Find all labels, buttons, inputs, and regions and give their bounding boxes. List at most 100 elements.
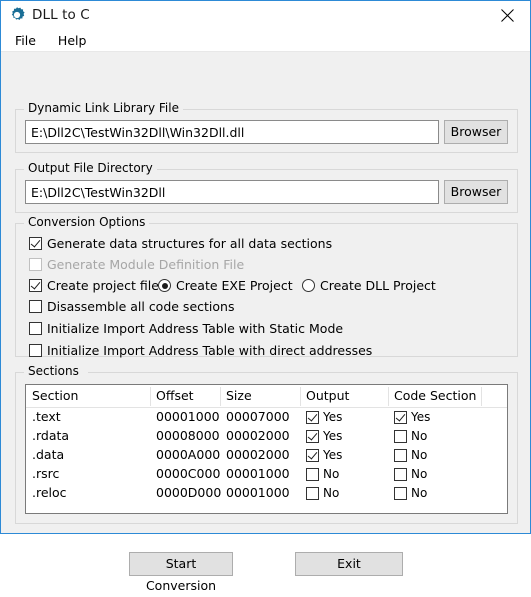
cell-code-label: Yes (411, 410, 431, 424)
client-area: Dynamic Link Library File Browser Output… (1, 52, 530, 593)
option-label: Generate data structures for all data se… (47, 236, 333, 251)
cell-size: 00002000 (226, 428, 290, 443)
option-iat-static-mode[interactable]: Initialize Import Address Table with Sta… (29, 321, 343, 336)
cell-size: 00001000 (226, 466, 290, 481)
exit-button[interactable]: Exit (295, 552, 403, 576)
cell-size: 00002000 (226, 447, 290, 462)
checkbox-output[interactable] (306, 467, 319, 481)
cell-offset: 0000D000 (156, 485, 222, 500)
table-row[interactable]: .rsrc 0000C000 00001000 No No (26, 465, 507, 484)
cell-code-section[interactable]: No (394, 467, 427, 481)
checkbox-generate-module-definition (29, 258, 42, 271)
table-row[interactable]: .data 0000A000 00002000 Yes No (26, 446, 507, 465)
cell-output[interactable]: Yes (306, 448, 342, 462)
output-dir-group-legend: Output File Directory (25, 161, 157, 175)
checkbox-create-project-files[interactable] (29, 279, 42, 292)
cell-size: 00007000 (226, 409, 290, 424)
cell-code-label: No (411, 467, 428, 481)
dll-file-input[interactable] (25, 120, 439, 144)
menu-item-file[interactable]: File (9, 31, 46, 50)
radio-create-dll-project[interactable]: Create DLL Project (302, 278, 436, 293)
checkbox-code-section[interactable] (394, 448, 407, 462)
cell-code-section[interactable]: Yes (394, 410, 430, 424)
cell-section: .text (32, 409, 61, 424)
menu-item-help[interactable]: Help (52, 31, 97, 50)
cell-section: .rsrc (32, 466, 60, 481)
cell-section: .reloc (32, 485, 67, 500)
table-header-row: Section Offset Size Output Code Section (26, 385, 507, 408)
option-generate-module-definition: Generate Module Definition File (29, 257, 244, 272)
checkbox-code-section[interactable] (394, 429, 407, 443)
checkbox-output[interactable] (306, 448, 319, 462)
output-dir-browse-button[interactable]: Browser (444, 180, 508, 204)
column-header-section[interactable]: Section (32, 388, 78, 403)
cell-code-section[interactable]: No (394, 429, 427, 443)
sections-table[interactable]: Section Offset Size Output Code Section … (25, 384, 508, 514)
cell-code-label: No (411, 448, 428, 462)
cell-code-label: No (411, 429, 428, 443)
checkbox-output[interactable] (306, 429, 319, 443)
option-label: Initialize Import Address Table with Sta… (47, 321, 344, 336)
cell-output[interactable]: Yes (306, 410, 342, 424)
cell-offset: 00001000 (156, 409, 220, 424)
checkbox-iat-direct-addresses[interactable] (29, 344, 42, 357)
checkbox-code-section[interactable] (394, 467, 407, 481)
option-label: Initialize Import Address Table with dir… (47, 343, 373, 358)
title-bar: DLL to C (1, 1, 530, 29)
cell-output[interactable]: Yes (306, 429, 342, 443)
close-icon[interactable] (485, 1, 530, 29)
cell-code-section[interactable]: No (394, 448, 427, 462)
column-header-code-section[interactable]: Code Section (394, 388, 476, 403)
cell-output-label: No (323, 467, 340, 481)
checkbox-output[interactable] (306, 410, 319, 424)
cell-output-label: Yes (323, 410, 343, 424)
cell-size: 00001000 (226, 485, 290, 500)
option-disassemble-code-sections[interactable]: Disassemble all code sections (29, 299, 234, 314)
checkbox-output[interactable] (306, 486, 319, 500)
table-row[interactable]: .rdata 00008000 00002000 Yes No (26, 427, 507, 446)
column-header-offset[interactable]: Offset (156, 388, 194, 403)
option-label: Disassemble all code sections (47, 299, 235, 314)
option-generate-data-structures[interactable]: Generate data structures for all data se… (29, 236, 332, 251)
option-label: Generate Module Definition File (47, 257, 245, 272)
option-label: Create project files (47, 278, 166, 293)
window-title: DLL to C (32, 7, 90, 23)
cell-section: .data (32, 447, 65, 462)
radio-button-exe[interactable] (158, 279, 171, 292)
column-header-size[interactable]: Size (226, 388, 252, 403)
checkbox-code-section[interactable] (394, 410, 407, 424)
checkbox-code-section[interactable] (394, 486, 407, 500)
checkbox-disassemble-code-sections[interactable] (29, 300, 42, 313)
cell-output-label: Yes (323, 429, 343, 443)
cell-offset: 00008000 (156, 428, 220, 443)
radio-create-exe-project[interactable]: Create EXE Project (158, 278, 293, 293)
output-dir-input[interactable] (25, 180, 439, 204)
table-row[interactable]: .reloc 0000D000 00001000 No No (26, 484, 507, 503)
cell-output-label: Yes (323, 448, 343, 462)
cell-output[interactable]: No (306, 467, 339, 481)
cell-section: .rdata (32, 428, 70, 443)
radio-label: Create DLL Project (320, 278, 436, 293)
dll-file-group-legend: Dynamic Link Library File (25, 101, 183, 115)
gear-icon (8, 6, 26, 24)
column-header-output[interactable]: Output (306, 388, 349, 403)
checkbox-iat-static-mode[interactable] (29, 322, 42, 335)
cell-code-section[interactable]: No (394, 486, 427, 500)
application-window: DLL to C File Help Dynamic Link Library … (0, 0, 531, 593)
cell-offset: 0000C000 (156, 466, 221, 481)
radio-label: Create EXE Project (176, 278, 293, 293)
cell-output[interactable]: No (306, 486, 339, 500)
sections-group-legend: Sections (25, 364, 83, 378)
cell-output-label: No (323, 486, 340, 500)
start-conversion-button[interactable]: Start Conversion (129, 552, 233, 593)
table-row[interactable]: .text 00001000 00007000 Yes Yes (26, 408, 507, 427)
cell-code-label: No (411, 486, 428, 500)
cell-offset: 0000A000 (156, 447, 221, 462)
conversion-options-group-legend: Conversion Options (25, 215, 150, 229)
option-create-project-files[interactable]: Create project files (29, 278, 165, 293)
option-iat-direct-addresses[interactable]: Initialize Import Address Table with dir… (29, 343, 372, 358)
radio-button-dll[interactable] (302, 279, 315, 292)
dll-file-browse-button[interactable]: Browser (444, 120, 508, 144)
checkbox-generate-data-structures[interactable] (29, 237, 42, 250)
menu-bar: File Help (1, 29, 530, 52)
